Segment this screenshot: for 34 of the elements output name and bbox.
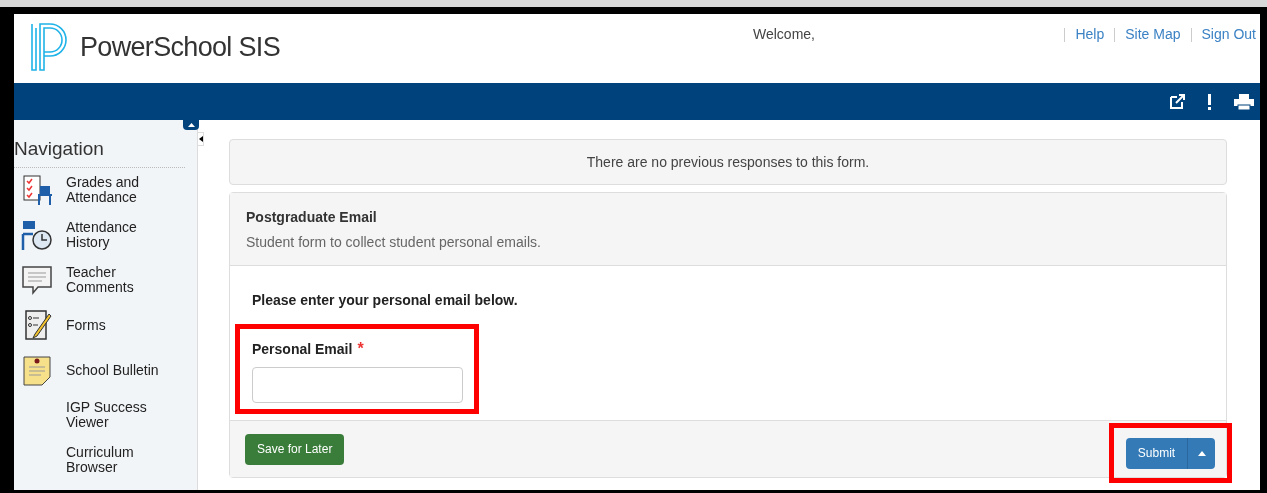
nav-link[interactable]: Curriculum Browser — [66, 445, 178, 475]
nav-link[interactable]: School Bulletin — [66, 362, 178, 378]
notice-panel: There are no previous responses to this form. — [229, 139, 1227, 185]
desk-clock-icon — [20, 218, 54, 252]
nav-link[interactable]: Forms — [66, 317, 178, 333]
save-for-later-button[interactable]: Save for Later — [245, 433, 345, 465]
external-link-icon[interactable] — [1170, 94, 1185, 109]
form-description: Student form to collect student personal emails. — [246, 233, 542, 252]
header-link[interactable]: Help — [1075, 24, 1105, 45]
brand-name: PowerSchool SIS — [80, 30, 280, 64]
nav-link[interactable]: Attendance History — [66, 220, 178, 250]
required-mark: * — [357, 339, 364, 359]
navigation-title: Navigation — [14, 135, 185, 168]
speech-bubble-icon — [20, 263, 54, 297]
nav-link[interactable]: IGP Success Viewer — [66, 400, 178, 430]
field-label: Personal Email — [252, 339, 353, 359]
note-pin-icon — [20, 353, 54, 387]
header-link[interactable]: Sign Out — [1201, 24, 1256, 45]
nav-link[interactable]: Teacher Comments — [66, 265, 178, 295]
logo-icon — [30, 22, 68, 72]
nav-link[interactable]: Grades and Attendance — [66, 175, 178, 205]
print-icon[interactable] — [1234, 93, 1254, 110]
form-title: Postgraduate Email — [246, 208, 378, 227]
collapse-side-tab[interactable] — [197, 132, 204, 146]
form-prompt: Please enter your personal email below. — [251, 291, 519, 310]
checklist-desk-icon — [20, 173, 54, 207]
caret-up-icon — [187, 123, 195, 127]
header-link[interactable]: Site Map — [1125, 24, 1181, 45]
submit-button[interactable]: Submit — [1125, 437, 1189, 469]
email-field[interactable] — [252, 367, 463, 403]
exclamation-icon[interactable] — [1207, 93, 1212, 110]
caret-up-icon — [1197, 450, 1206, 456]
collapse-tab[interactable] — [183, 120, 199, 130]
welcome-text: Welcome, — [753, 25, 815, 44]
